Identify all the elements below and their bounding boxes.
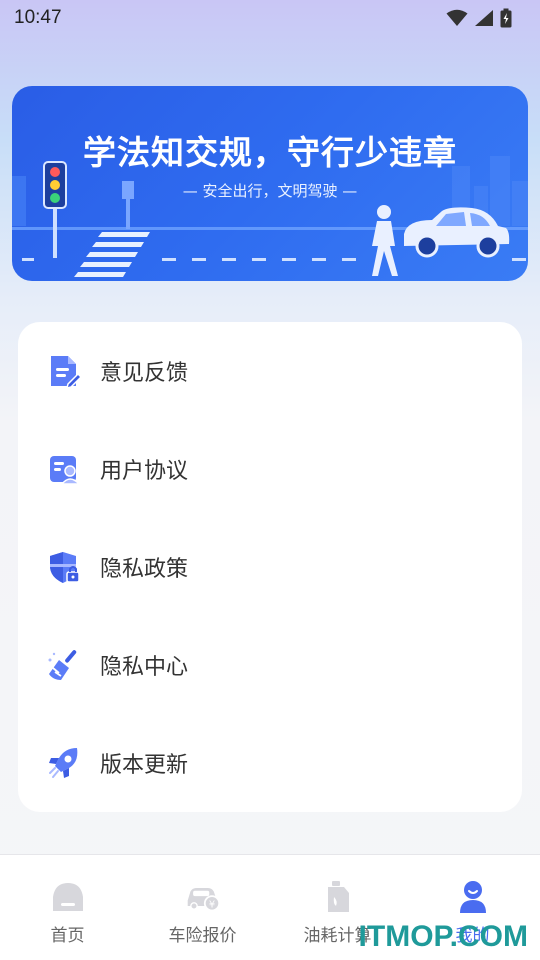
fuel-can-icon bbox=[320, 879, 356, 915]
menu-item-label: 隐私政策 bbox=[100, 557, 189, 582]
banner-title: 学法知交规，守行少违章 bbox=[83, 133, 457, 172]
feedback-document-icon bbox=[46, 353, 82, 389]
tab-car-insurance[interactable]: ¥ 车险报价 bbox=[135, 855, 270, 960]
menu-item-label: 版本更新 bbox=[100, 753, 189, 778]
tab-label: 首页 bbox=[50, 926, 85, 946]
watermark-text: ITMOP.COM bbox=[358, 920, 528, 953]
user-agreement-icon bbox=[46, 451, 82, 487]
privacy-shield-icon bbox=[46, 549, 82, 585]
tab-label: 车险报价 bbox=[168, 926, 237, 946]
settings-menu-card: 意见反馈 用户协议 隐私政策 隐私中心 版本更新 bbox=[18, 322, 522, 812]
menu-item-label: 意见反馈 bbox=[100, 361, 189, 386]
car-insurance-icon: ¥ bbox=[185, 879, 221, 915]
status-icons bbox=[446, 8, 512, 28]
battery-icon bbox=[500, 8, 512, 28]
broom-icon bbox=[46, 647, 82, 683]
banner-subtitle: — 安全出行，文明驾驶 — bbox=[182, 182, 358, 200]
menu-item-privacy-policy[interactable]: 隐私政策 bbox=[18, 518, 522, 616]
svg-text:¥: ¥ bbox=[208, 899, 214, 910]
signal-icon bbox=[475, 10, 493, 26]
wifi-icon bbox=[446, 9, 468, 26]
rocket-icon bbox=[46, 745, 82, 781]
status-bar: 10:47 bbox=[0, 0, 540, 36]
user-profile-icon bbox=[455, 879, 491, 915]
menu-item-privacy-center[interactable]: 隐私中心 bbox=[18, 616, 522, 714]
promo-banner[interactable]: 学法知交规，守行少违章 — 安全出行，文明驾驶 — bbox=[12, 86, 528, 281]
menu-item-feedback[interactable]: 意见反馈 bbox=[18, 322, 522, 420]
menu-item-label: 用户协议 bbox=[100, 459, 189, 484]
status-time: 10:47 bbox=[14, 7, 62, 28]
menu-item-label: 隐私中心 bbox=[100, 655, 189, 680]
menu-item-version-update[interactable]: 版本更新 bbox=[18, 714, 522, 812]
tab-home[interactable]: 首页 bbox=[0, 855, 135, 960]
menu-item-user-agreement[interactable]: 用户协议 bbox=[18, 420, 522, 518]
home-icon bbox=[50, 879, 86, 915]
